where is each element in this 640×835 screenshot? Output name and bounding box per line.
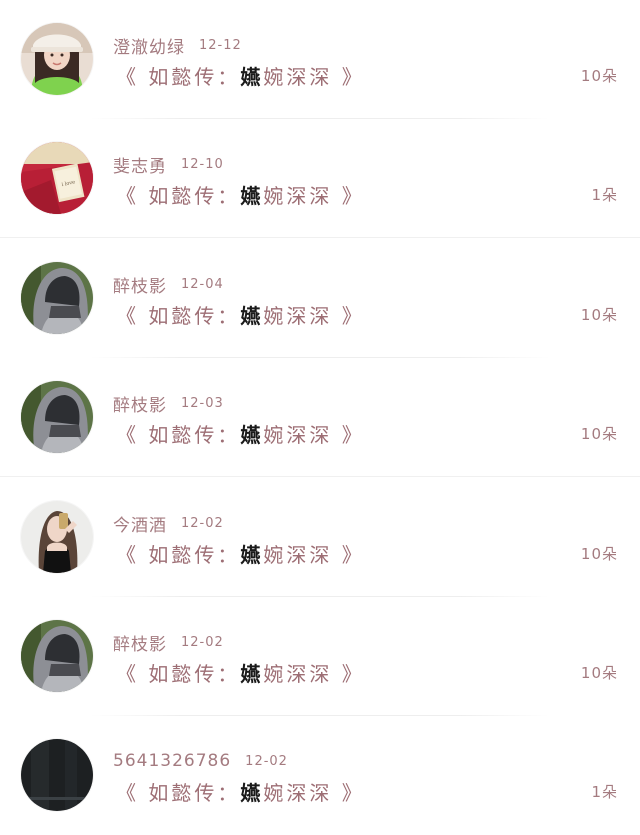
gift-title-suffix: 婉深深 》 <box>263 64 365 89</box>
gift-title-highlight: 嬿 <box>240 542 264 567</box>
avatar[interactable] <box>21 620 93 692</box>
gift-title-highlight: 嬿 <box>240 303 264 328</box>
gift-title-suffix: 婉深深 》 <box>263 780 365 805</box>
comment-date: 12-02 <box>245 753 288 769</box>
user-name[interactable]: 醉枝影 <box>113 630 167 655</box>
avatar-girl-hat-image <box>21 23 93 95</box>
avatar[interactable] <box>21 262 93 334</box>
user-name[interactable]: 斐志勇 <box>113 152 167 177</box>
comment-meta: 今酒酒 12-02 <box>113 511 224 536</box>
gift-title-prefix: 《 如懿传： <box>116 64 241 89</box>
user-name[interactable]: 今酒酒 <box>113 511 167 536</box>
comment-date: 12-02 <box>181 634 224 650</box>
gift-title: 《 如懿传：嬿婉深深 》 <box>116 778 365 805</box>
gift-title: 《 如懿传：嬿婉深深 》 <box>116 659 365 686</box>
list-item[interactable]: 醉枝影 12-03 《 如懿传：嬿婉深深 》 10朵 <box>0 358 640 477</box>
divider <box>0 476 640 477</box>
comment-meta: 醉枝影 12-04 <box>113 272 224 297</box>
gift-title-highlight: 嬿 <box>240 661 264 686</box>
comment-meta: 醉枝影 12-02 <box>113 630 224 655</box>
avatar[interactable] <box>21 739 93 811</box>
comment-meta: 5641326786 12-02 <box>113 750 288 772</box>
gift-title-highlight: 嬿 <box>240 422 264 447</box>
gift-title: 《 如懿传：嬿婉深深 》 <box>116 420 365 447</box>
user-name[interactable]: 澄澈幼绿 <box>113 33 185 58</box>
comment-date: 12-10 <box>181 156 224 172</box>
list-item[interactable]: 醉枝影 12-04 《 如懿传：嬿婉深深 》 10朵 <box>0 239 640 358</box>
gift-title-suffix: 婉深深 》 <box>263 661 365 686</box>
avatar[interactable]: i love <box>21 142 93 214</box>
flower-count: 10朵 <box>580 305 618 324</box>
gift-title-prefix: 《 如懿传： <box>116 542 241 567</box>
avatar[interactable] <box>21 23 93 95</box>
flower-count: 1朵 <box>591 185 618 204</box>
flower-count: 10朵 <box>580 424 618 443</box>
list-item[interactable]: 今酒酒 12-02 《 如懿传：嬿婉深深 》 10朵 <box>0 478 640 597</box>
gift-title-prefix: 《 如懿传： <box>116 780 241 805</box>
user-name[interactable]: 5641326786 <box>113 751 231 771</box>
comment-meta: 斐志勇 12-10 <box>113 152 224 177</box>
user-name[interactable]: 醉枝影 <box>113 391 167 416</box>
comment-date: 12-03 <box>181 395 224 411</box>
gift-title: 《 如懿传：嬿婉深深 》 <box>116 540 365 567</box>
avatar-red-book-image: i love <box>21 142 93 214</box>
flower-count: 10朵 <box>580 663 618 682</box>
gift-title-highlight: 嬿 <box>240 780 264 805</box>
avatar-dark-image <box>21 739 93 811</box>
avatar-girl-selfie-image <box>21 501 93 573</box>
avatar[interactable] <box>21 381 93 453</box>
list-item[interactable]: 5641326786 12-02 《 如懿传：嬿婉深深 》 1朵 <box>0 716 640 835</box>
comment-meta: 醉枝影 12-03 <box>113 391 224 416</box>
gift-record-list: 澄澈幼绿 12-12 《 如懿传：嬿婉深深 》 10朵 i love 斐志勇 1… <box>0 0 640 834</box>
gift-title-suffix: 婉深深 》 <box>263 183 365 208</box>
gift-title-prefix: 《 如懿传： <box>116 303 241 328</box>
gift-title: 《 如懿传：嬿婉深深 》 <box>116 301 365 328</box>
divider <box>0 237 640 238</box>
comment-meta: 澄澈幼绿 12-12 <box>113 33 242 58</box>
avatar-hooded-image <box>21 620 93 692</box>
flower-count: 10朵 <box>580 66 618 85</box>
gift-title-suffix: 婉深深 》 <box>263 422 365 447</box>
gift-title-highlight: 嬿 <box>240 183 264 208</box>
comment-date: 12-04 <box>181 276 224 292</box>
gift-title-prefix: 《 如懿传： <box>116 661 241 686</box>
flower-count: 10朵 <box>580 544 618 563</box>
gift-title-prefix: 《 如懿传： <box>116 183 241 208</box>
gift-title: 《 如懿传：嬿婉深深 》 <box>116 62 365 89</box>
gift-title-suffix: 婉深深 》 <box>263 542 365 567</box>
comment-date: 12-02 <box>181 515 224 531</box>
user-name[interactable]: 醉枝影 <box>113 272 167 297</box>
avatar-hooded-image <box>21 262 93 334</box>
comment-date: 12-12 <box>199 37 242 53</box>
list-item[interactable]: 澄澈幼绿 12-12 《 如懿传：嬿婉深深 》 10朵 <box>0 0 640 119</box>
flower-count: 1朵 <box>591 782 618 801</box>
list-item[interactable]: 醉枝影 12-02 《 如懿传：嬿婉深深 》 10朵 <box>0 597 640 716</box>
avatar[interactable] <box>21 501 93 573</box>
list-item[interactable]: i love 斐志勇 12-10 《 如懿传：嬿婉深深 》 1朵 <box>0 119 640 238</box>
gift-title: 《 如懿传：嬿婉深深 》 <box>116 181 365 208</box>
gift-title-suffix: 婉深深 》 <box>263 303 365 328</box>
gift-title-prefix: 《 如懿传： <box>116 422 241 447</box>
gift-title-highlight: 嬿 <box>240 64 264 89</box>
avatar-hooded-image <box>21 381 93 453</box>
